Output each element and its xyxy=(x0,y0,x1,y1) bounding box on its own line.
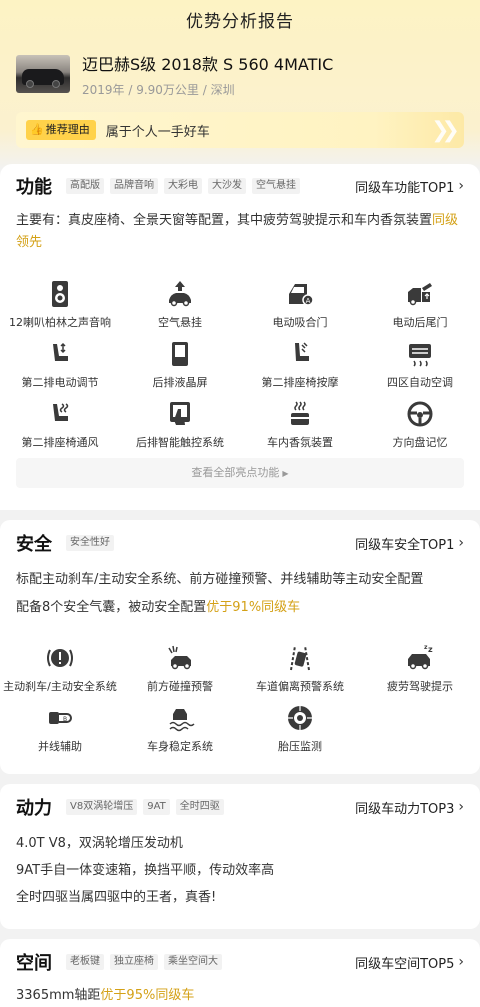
power-desc: 4.0T V8，双涡轮增压发动机 9AT手自一体变速箱，换挡平顺，传动效率高 全… xyxy=(16,836,275,905)
recommend-badge: 👍 推荐理由 xyxy=(26,120,96,140)
page-title: 优势分析报告 xyxy=(186,12,294,32)
tag: 老板键 xyxy=(66,954,104,970)
tag: 空气悬挂 xyxy=(252,178,300,194)
climate-control-icon xyxy=(409,344,431,367)
car-summary: 迈巴赫S级 2018款 S 560 4MATIC 2019年 / 9.90万公里… xyxy=(0,44,480,100)
function-section: 功能 高配版 品牌音响 大彩电 大沙发 空气悬挂 同级车功能TOP1 › 主要有：… xyxy=(0,164,480,510)
feature-item[interactable]: zz 疲劳驾驶提示 xyxy=(360,638,480,698)
function-tags: 高配版 品牌音响 大彩电 大沙发 空气悬挂 xyxy=(60,178,300,194)
seat-massage-icon xyxy=(295,342,309,361)
space-desc: 3365mm轴距优于95%同级车 xyxy=(16,988,195,1003)
svg-text:z: z xyxy=(424,644,428,651)
stability-control-icon xyxy=(169,709,195,732)
svg-text:z: z xyxy=(428,645,433,654)
power-section: 动力 V8双涡轮增压 9AT 全时四驱 同级车动力TOP3 › 4.0T V8，双… xyxy=(0,784,480,929)
car-name: 迈巴赫S级 2018款 S 560 4MATIC xyxy=(82,54,334,74)
section-title: 安全 xyxy=(16,534,52,555)
speaker-icon xyxy=(52,281,68,307)
tag: 独立座椅 xyxy=(110,954,158,970)
rear-screen-icon xyxy=(172,342,188,366)
power-tags: V8双涡轮增压 9AT 全时四驱 xyxy=(60,799,224,815)
lane-departure-icon xyxy=(290,645,310,671)
tag: 大彩电 xyxy=(164,178,202,194)
feature-item[interactable]: 四区自动空调 xyxy=(360,334,480,394)
air-suspension-icon xyxy=(169,281,191,307)
feature-item[interactable]: 后排液晶屏 xyxy=(120,334,240,394)
section-title: 功能 xyxy=(16,177,52,198)
space-tags: 老板键 独立座椅 乘坐空间大 xyxy=(60,954,222,970)
feature-item[interactable]: 主动刹车/主动安全系统 xyxy=(0,638,120,698)
touch-control-icon xyxy=(170,402,190,425)
function-rank-link[interactable]: 同级车功能TOP1 › xyxy=(355,177,464,196)
feature-item[interactable]: 车道偏离预警系统 xyxy=(240,638,360,698)
space-rank-link[interactable]: 同级车空间TOP5 › xyxy=(355,953,464,972)
chevron-right-icon: › xyxy=(458,799,464,815)
tire-pressure-icon xyxy=(288,706,312,730)
feature-item[interactable]: 方向盘记忆 xyxy=(360,394,480,454)
tag: 9AT xyxy=(143,799,170,815)
view-all-features-button[interactable]: 查看全部亮点功能 ▶ xyxy=(16,458,464,488)
safety-feature-grid: 主动刹车/主动安全系统 前方碰撞预警 车道偏离预警系统 zz 疲劳驾驶提示 B … xyxy=(0,638,480,758)
fragrance-icon xyxy=(291,401,309,425)
tag: 大沙发 xyxy=(208,178,246,194)
feature-item[interactable]: 胎压监测 xyxy=(240,698,360,758)
collision-warning-icon xyxy=(168,645,191,670)
tag: 安全性好 xyxy=(66,535,114,551)
safety-rank-link[interactable]: 同级车安全TOP1 › xyxy=(355,534,464,553)
tag: 品牌音响 xyxy=(110,178,158,194)
safety-tags: 安全性好 xyxy=(60,535,114,551)
soft-close-door-icon: A xyxy=(289,284,314,306)
tag: 高配版 xyxy=(66,178,104,194)
seat-ventilation-icon xyxy=(53,403,69,421)
feature-item[interactable]: 车内香氛装置 xyxy=(240,394,360,454)
triangle-right-icon: ▶ xyxy=(282,469,289,478)
safety-section: 安全 安全性好 同级车安全TOP1 › 标配主动刹车/主动安全系统、前方碰撞预警、… xyxy=(0,520,480,774)
power-seat-icon xyxy=(53,342,68,361)
blind-spot-icon: B xyxy=(49,712,72,724)
function-desc: 主要有：真皮座椅、全景天窗等配置，其中疲劳驾驶提示和车内香氛装置同级领先 xyxy=(16,213,459,250)
thumbs-up-icon: 👍 xyxy=(30,123,44,136)
chevron-right-icon: › xyxy=(458,954,464,970)
svg-text:A: A xyxy=(306,297,311,305)
chevron-right-icon: › xyxy=(458,178,464,194)
tag: 全时四驱 xyxy=(175,799,224,815)
feature-item[interactable]: 前方碰撞预警 xyxy=(120,638,240,698)
tag: 乘坐空间大 xyxy=(164,954,222,970)
fatigue-alert-icon: zz xyxy=(408,644,433,670)
chevrons-decoration-icon: ❯❯ xyxy=(431,118,460,143)
power-tailgate-icon xyxy=(408,283,432,306)
recommend-text: 属于个人一手好车 xyxy=(105,124,210,140)
active-brake-icon xyxy=(47,649,73,667)
tag: V8双涡轮增压 xyxy=(66,799,138,815)
power-rank-link[interactable]: 同级车动力TOP3 › xyxy=(355,798,464,817)
feature-item[interactable]: B 并线辅助 xyxy=(0,698,120,758)
feature-item[interactable]: 12喇叭柏林之声音响 xyxy=(0,274,120,334)
car-meta: 2019年 / 9.90万公里 / 深圳 xyxy=(82,82,235,97)
report-page: 优势分析报告 迈巴赫S级 2018款 S 560 4MATIC 2019年 / … xyxy=(0,0,480,1007)
space-section: 空间 老板键 独立座椅 乘坐空间大 同级车空间TOP5 › 3365mm轴距优于9… xyxy=(0,939,480,1007)
feature-item[interactable]: 空气悬挂 xyxy=(120,274,240,334)
feature-item[interactable]: 第二排座椅通风 xyxy=(0,394,120,454)
steering-memory-icon xyxy=(407,401,433,427)
section-title: 动力 xyxy=(16,798,52,819)
feature-item[interactable]: 电动后尾门 xyxy=(360,274,480,334)
car-thumbnail xyxy=(16,55,70,93)
section-title: 空间 xyxy=(16,953,52,974)
safety-desc: 标配主动刹车/主动安全系统、前方碰撞预警、并线辅助等主动安全配置 配备8个安全气… xyxy=(16,572,424,615)
chevron-right-icon: › xyxy=(458,535,464,551)
svg-text:B: B xyxy=(63,716,67,723)
feature-item[interactable]: 车身稳定系统 xyxy=(120,698,240,758)
feature-item[interactable]: A 电动吸合门 xyxy=(240,274,360,334)
feature-item[interactable]: 第二排电动调节 xyxy=(0,334,120,394)
feature-item[interactable]: 第二排座椅按摩 xyxy=(240,334,360,394)
function-feature-grid: 12喇叭柏林之声音响 空气悬挂 A 电动吸合门 电动后尾门 第二排电动调节 后排… xyxy=(0,274,480,454)
recommend-reason-bar: 👍 推荐理由 属于个人一手好车 ❯❯ xyxy=(16,112,464,148)
feature-item[interactable]: 后排智能触控系统 xyxy=(120,394,240,454)
